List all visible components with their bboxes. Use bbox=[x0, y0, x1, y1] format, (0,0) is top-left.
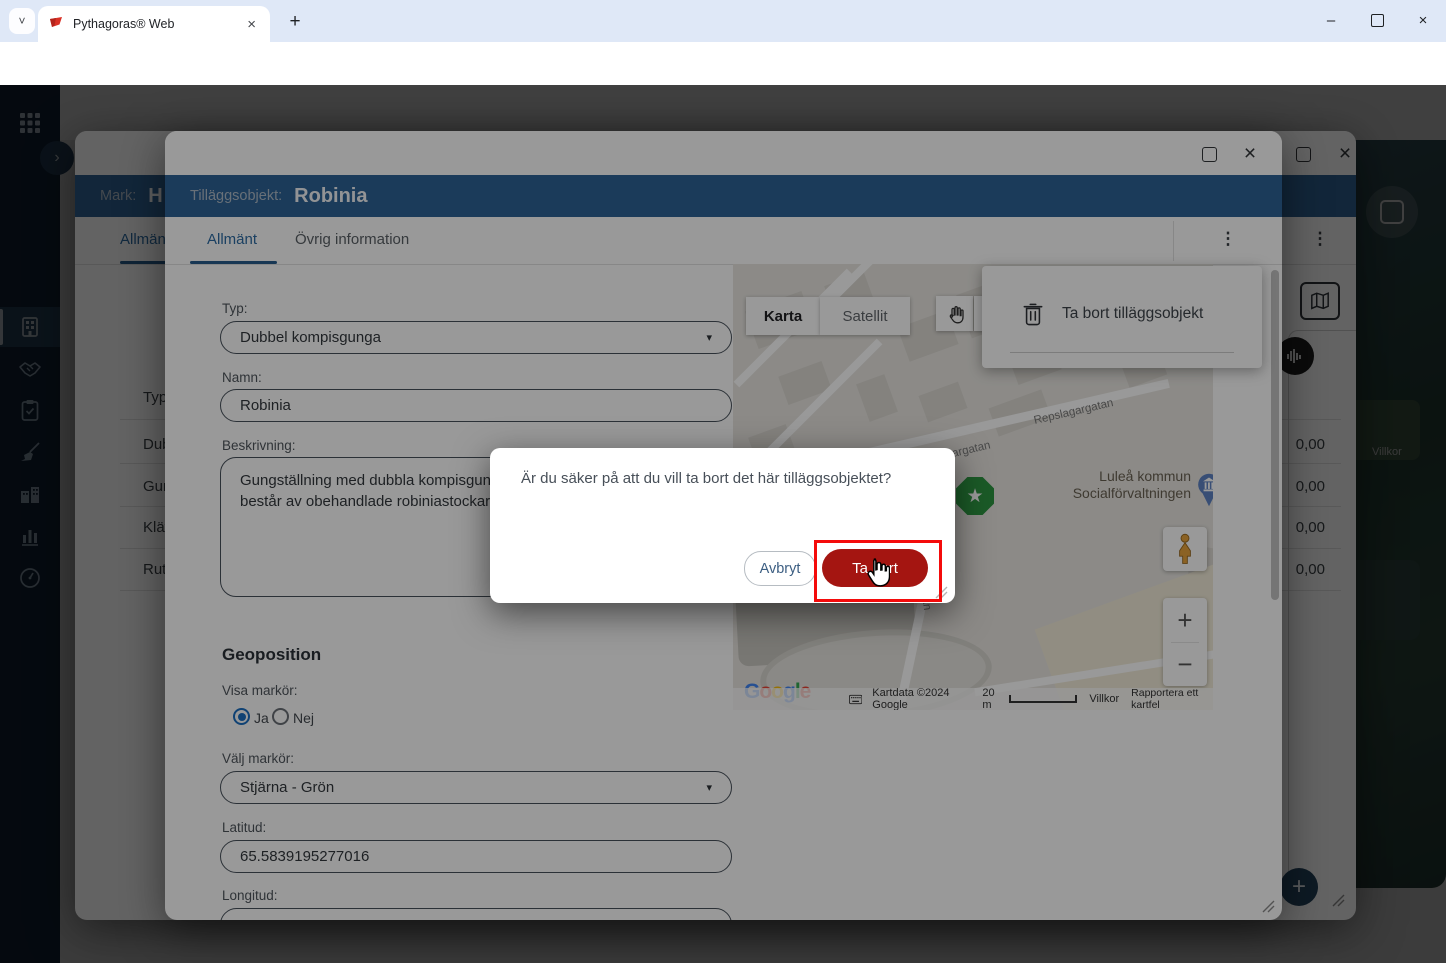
browser-toolbar: ← → pim.pythagoras.se/py_datamanager_int… bbox=[0, 42, 1446, 122]
screen: ˅ Pythagoras® Web × + – × ← → pim.pythag… bbox=[0, 0, 1446, 963]
cancel-label: Avbryt bbox=[759, 560, 801, 577]
browser-tab[interactable]: Pythagoras® Web × bbox=[38, 6, 270, 42]
window-minimize-button[interactable]: – bbox=[1308, 0, 1354, 40]
window-close-button[interactable]: × bbox=[1400, 0, 1446, 40]
hand-cursor-icon bbox=[867, 558, 890, 587]
browser-tab-strip: ˅ Pythagoras® Web × + – × bbox=[0, 0, 1446, 42]
new-tab-button[interactable]: + bbox=[282, 9, 308, 35]
tab-close-icon[interactable]: × bbox=[243, 16, 260, 33]
tab-search-button[interactable]: ˅ bbox=[9, 8, 35, 34]
confirm-message: Är du säker på att du vill ta bort det h… bbox=[521, 470, 892, 487]
cancel-button[interactable]: Avbryt bbox=[744, 551, 816, 586]
window-maximize-button[interactable] bbox=[1354, 0, 1400, 40]
chevron-down-icon: ˅ bbox=[18, 14, 26, 28]
tab-title: Pythagoras® Web bbox=[73, 17, 175, 31]
pythagoras-favicon bbox=[50, 17, 62, 27]
maximize-icon bbox=[1370, 13, 1384, 27]
